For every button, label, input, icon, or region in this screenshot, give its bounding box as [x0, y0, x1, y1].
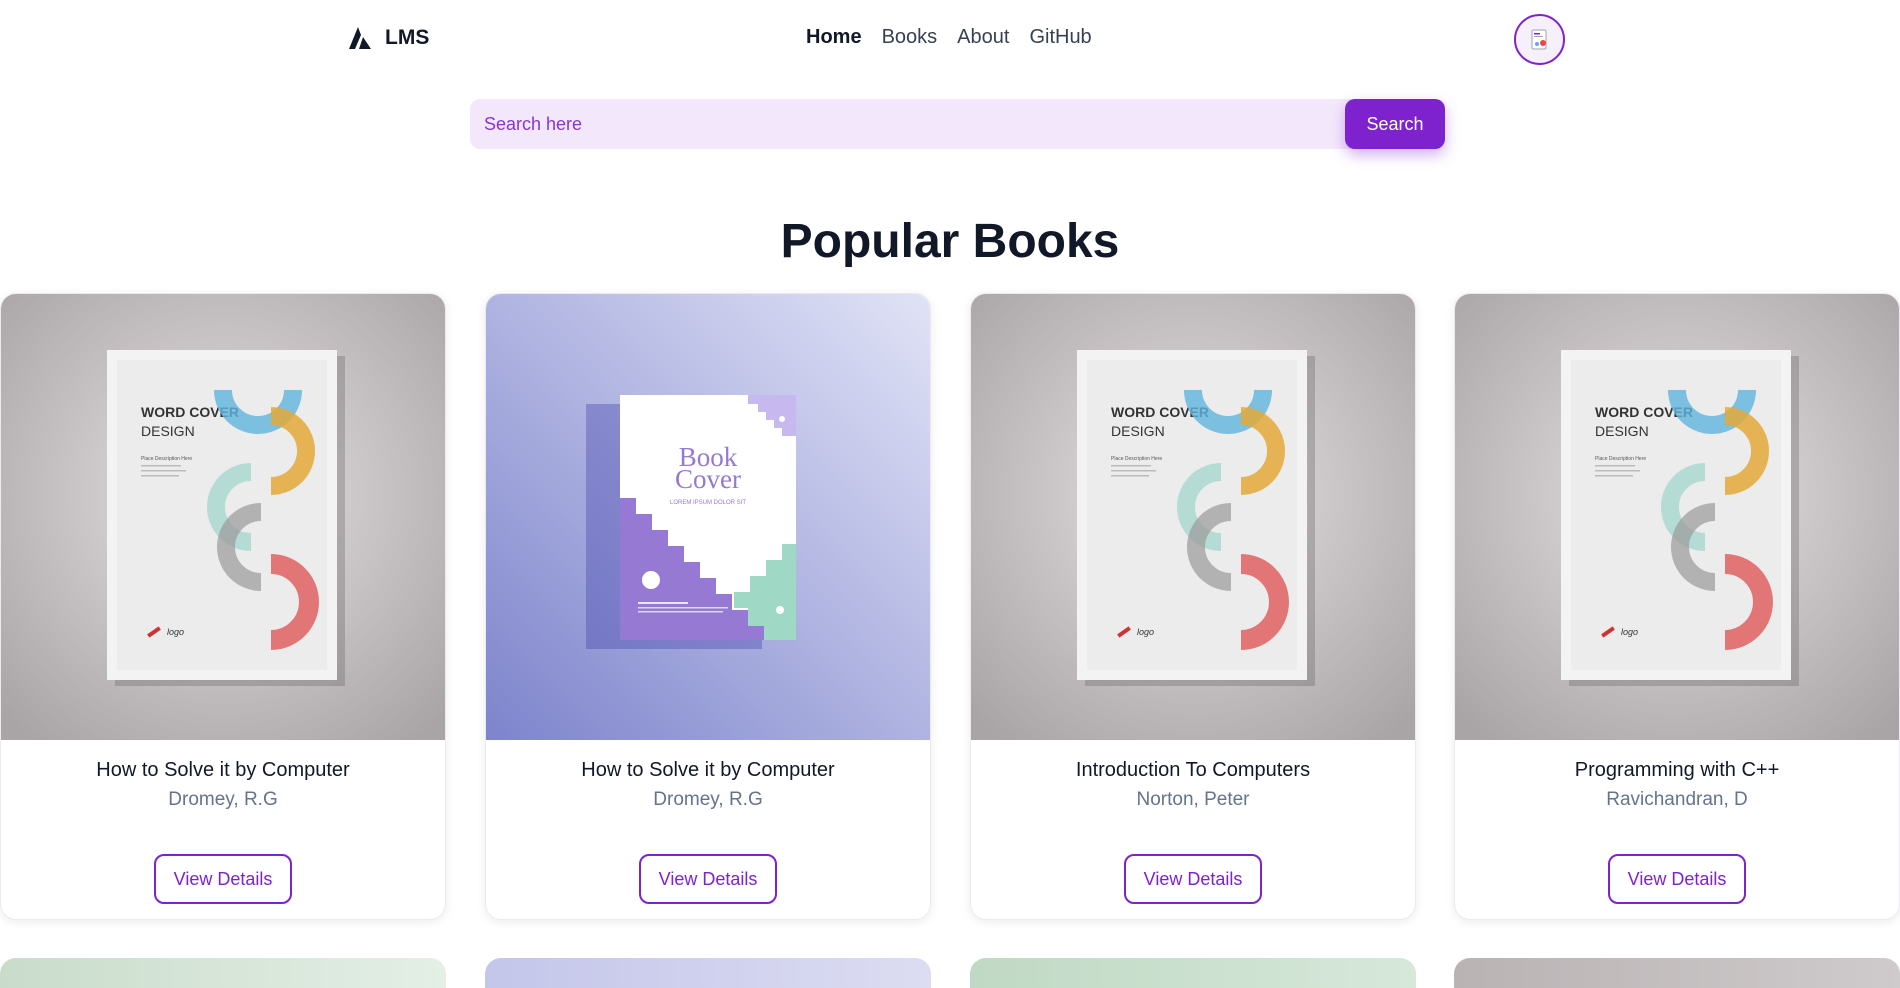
user-avatar-icon	[1531, 29, 1546, 49]
book-title: Programming with C++	[1574, 759, 1780, 781]
book-cover-image[interactable]: WORD COVER DESIGN Place Description Here…	[1455, 294, 1899, 740]
nav-github[interactable]: GitHub	[1029, 26, 1091, 49]
cover-desc-text: Place Description Here	[1111, 456, 1162, 462]
book-card: Book Cover LOREM IPSUM DOLOR SIT How to …	[485, 293, 931, 920]
nav-books[interactable]: Books	[882, 26, 938, 49]
cover-desc-text: LOREM IPSUM DOLOR SIT	[670, 500, 746, 506]
cover-subtitle-text: Cover	[675, 464, 741, 494]
book-card-next-row	[1454, 958, 1900, 988]
book-author: Dromey, R.G	[653, 789, 763, 810]
brand-name: LMS	[385, 26, 430, 49]
book-author: Ravichandran, D	[1606, 789, 1748, 810]
cover-desc-text: Place Description Here	[141, 456, 192, 462]
book-card: WORD COVER DESIGN Place Description Here…	[1454, 293, 1900, 920]
cover-subtitle-text: DESIGN	[141, 423, 195, 439]
book-card-next-row	[970, 958, 1416, 988]
book-cover-image[interactable]: WORD COVER DESIGN Place Description Here…	[1, 294, 445, 740]
search-bar: Search	[470, 99, 1445, 149]
book-card: WORD COVER DESIGN Place Description Here…	[970, 293, 1416, 920]
brand-logo[interactable]: LMS	[349, 26, 429, 50]
book-author: Norton, Peter	[1136, 789, 1250, 810]
book-author: Dromey, R.G	[168, 789, 278, 810]
view-details-button[interactable]: View Details	[154, 854, 292, 904]
cover-logo-text: logo	[1137, 627, 1154, 637]
logo-icon	[349, 27, 371, 49]
cover-logo-text: logo	[167, 627, 184, 637]
book-title: How to Solve it by Computer	[96, 759, 350, 781]
section-title: Popular Books	[780, 215, 1120, 268]
view-details-button[interactable]: View Details	[1124, 854, 1262, 904]
nav-about[interactable]: About	[957, 26, 1009, 49]
book-card-next-row	[485, 958, 931, 988]
book-title: How to Solve it by Computer	[581, 759, 835, 781]
search-button[interactable]: Search	[1345, 99, 1445, 149]
user-avatar[interactable]	[1514, 14, 1565, 65]
book-cover-image[interactable]: Book Cover LOREM IPSUM DOLOR SIT	[486, 294, 930, 740]
cover-subtitle-text: DESIGN	[1595, 423, 1649, 439]
cover-subtitle-text: DESIGN	[1111, 423, 1165, 439]
view-details-button[interactable]: View Details	[1608, 854, 1746, 904]
book-cover-image[interactable]: WORD COVER DESIGN Place Description Here…	[971, 294, 1415, 740]
main-nav: Home Books About GitHub	[806, 26, 1092, 49]
book-card: WORD COVER DESIGN Place Description Here…	[0, 293, 446, 920]
top-navbar: LMS Home Books About GitHub	[0, 0, 1900, 80]
view-details-button[interactable]: View Details	[639, 854, 777, 904]
cover-desc-text: Place Description Here	[1595, 456, 1646, 462]
nav-home[interactable]: Home	[806, 26, 862, 49]
search-input[interactable]	[470, 99, 1330, 149]
book-title: Introduction To Computers	[1075, 759, 1311, 781]
cover-logo-text: logo	[1621, 627, 1638, 637]
book-card-next-row	[0, 958, 446, 988]
